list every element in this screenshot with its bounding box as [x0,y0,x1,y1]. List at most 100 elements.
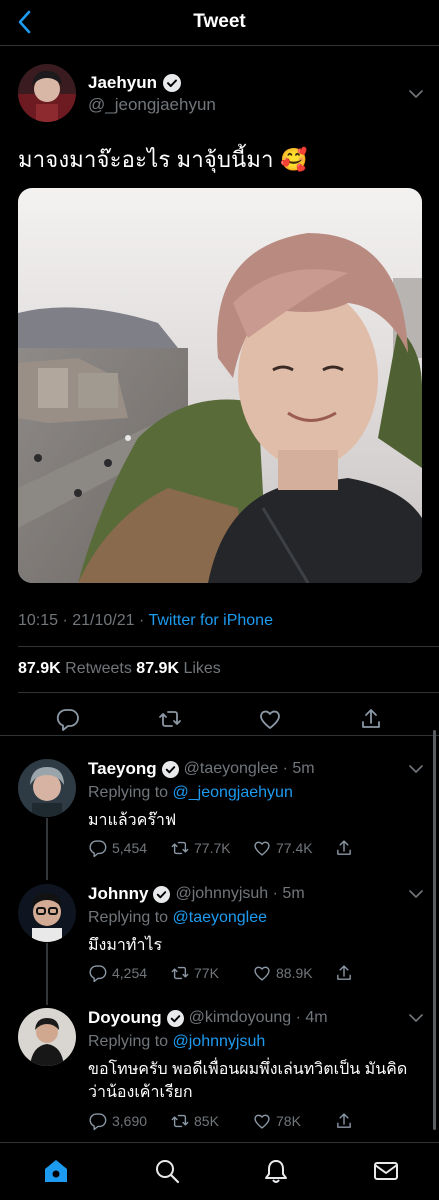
like-button[interactable]: 78K [252,1111,334,1131]
scrollbar[interactable] [433,730,436,1130]
tweet-stats: 87.9K Retweets 87.9K Likes [18,660,221,678]
reply-header: Doyoung @kimdoyoung · 4m [88,1008,328,1028]
verified-badge-icon [153,885,171,903]
caret-down-icon[interactable] [408,86,424,102]
share-icon [337,965,351,980]
reply-actions: 3,690 85K 78K [88,1111,416,1131]
reply-author-handle[interactable]: @taeyonglee · 5m [184,760,315,778]
like-count: 77.4K [276,840,313,856]
author-name-row: Jaehyun [88,73,181,93]
reply-author-name[interactable]: Taeyong [88,759,157,779]
replying-to-link[interactable]: @taeyonglee [173,909,268,926]
share-button[interactable] [334,1111,416,1131]
retweet-icon [171,841,189,855]
tweet-timestamp: 10:15 · 21/10/21 · [18,612,149,629]
tweet-source-link[interactable]: Twitter for iPhone [148,612,273,629]
tweet-photo[interactable] [18,188,422,583]
verified-badge-icon [162,74,181,92]
retweets-label[interactable]: Retweets [61,660,137,677]
like-button[interactable]: 77.4K [252,838,334,858]
main-tweet: Jaehyun @_jeongjaehyun มาจงมาจ๊ะอะไร มาจ… [0,46,439,736]
reply-actions: 4,254 77K 88.9K [88,963,416,983]
retweet-button[interactable]: 77K [170,963,252,983]
author-handle[interactable]: @_jeongjaehyun [88,95,216,115]
notifications-icon [265,1160,287,1183]
avatar[interactable] [18,884,76,942]
caret-down-icon[interactable] [408,761,424,777]
replying-to-link[interactable]: @johnnyjsuh [173,1033,266,1050]
avatar[interactable] [18,759,76,817]
retweet-button[interactable]: 85K [170,1111,252,1131]
tweet-meta: 10:15 · 21/10/21 · Twitter for iPhone [18,612,273,630]
replying-to-label: Replying to [88,909,173,926]
retweet-count: 77.7K [194,840,231,856]
likes-label[interactable]: Likes [179,660,220,677]
reply-icon[interactable] [55,706,81,732]
reply-author-handle[interactable]: @johnnyjsuh · 5m [175,885,304,903]
author-avatar[interactable] [18,64,76,122]
home-icon [45,1160,67,1182]
replying-to-link[interactable]: @_jeongjaehyun [173,784,293,801]
reply-count: 4,254 [112,965,148,981]
replying-to: Replying to @_jeongjaehyun [88,784,293,802]
nav-messages[interactable] [372,1157,400,1185]
replying-to-label: Replying to [88,1033,173,1050]
retweet-count: 77K [194,965,219,981]
reply-text: ขอโทษครับ พอดีเพื่อนผมพึ่งเล่นทวิตเป็น ม… [88,1061,408,1101]
top-bar: Tweet [0,0,439,46]
share-icon[interactable] [358,706,384,732]
verified-badge-icon [161,760,179,778]
retweet-button[interactable]: 77.7K [170,838,252,858]
divider [18,692,439,693]
share-icon [337,840,351,855]
like-icon [254,841,270,856]
reply-text: มึงมาทำไร [88,937,163,954]
tweet-actions [0,706,439,746]
messages-icon [374,1162,398,1180]
reply-button[interactable]: 4,254 [88,963,170,983]
avatar[interactable] [18,1008,76,1066]
reply-tweet[interactable]: Johnny @johnnyjsuh · 5m Replying to @tae… [0,872,439,997]
caret-down-icon[interactable] [408,886,424,902]
author-name[interactable]: Jaehyun [88,73,157,93]
reply-text: มาแล้วคร๊าฟ [88,812,177,829]
reply-author-handle[interactable]: @kimdoyoung · 4m [189,1009,328,1027]
like-count: 88.9K [276,965,313,981]
retweet-count: 85K [194,1113,219,1129]
reply-button[interactable]: 5,454 [88,838,170,858]
caret-down-icon[interactable] [408,1010,424,1026]
like-button[interactable]: 88.9K [252,963,334,983]
reply-author-name[interactable]: Doyoung [88,1008,162,1028]
reply-count: 3,690 [112,1113,148,1129]
share-icon [337,1113,351,1128]
reply-icon [89,1113,107,1131]
reply-tweet[interactable]: Doyoung @kimdoyoung · 4m Replying to @jo… [0,996,439,1142]
like-icon [254,966,270,981]
like-icon[interactable] [257,706,283,732]
likes-count[interactable]: 87.9K [136,660,179,677]
retweets-count[interactable]: 87.9K [18,660,61,677]
tweet-text: มาจงมาจ๊ะอะไร มาจุ้บนี้มา 🥰 [18,147,308,172]
share-button[interactable] [334,838,416,858]
nav-home[interactable] [42,1157,70,1185]
replying-to: Replying to @johnnyjsuh [88,1033,265,1051]
retweet-icon [171,966,189,980]
share-button[interactable] [334,963,416,983]
reply-count: 5,454 [112,840,148,856]
reply-header: Taeyong @taeyonglee · 5m [88,759,315,779]
replying-to-label: Replying to [88,784,173,801]
retweet-icon[interactable] [157,706,183,732]
nav-notifications[interactable] [262,1157,290,1185]
verified-badge-icon [166,1009,184,1027]
reply-icon [89,840,107,858]
search-icon [156,1160,180,1184]
reply-icon [89,965,107,983]
bottom-nav [0,1142,439,1200]
retweet-icon [171,1114,189,1128]
divider [18,646,439,647]
reply-tweet[interactable]: Taeyong @taeyonglee · 5m Replying to @_j… [0,747,439,872]
reply-actions: 5,454 77.7K 77.4K [88,838,416,858]
reply-author-name[interactable]: Johnny [88,884,148,904]
reply-button[interactable]: 3,690 [88,1111,170,1131]
nav-search[interactable] [153,1157,181,1185]
